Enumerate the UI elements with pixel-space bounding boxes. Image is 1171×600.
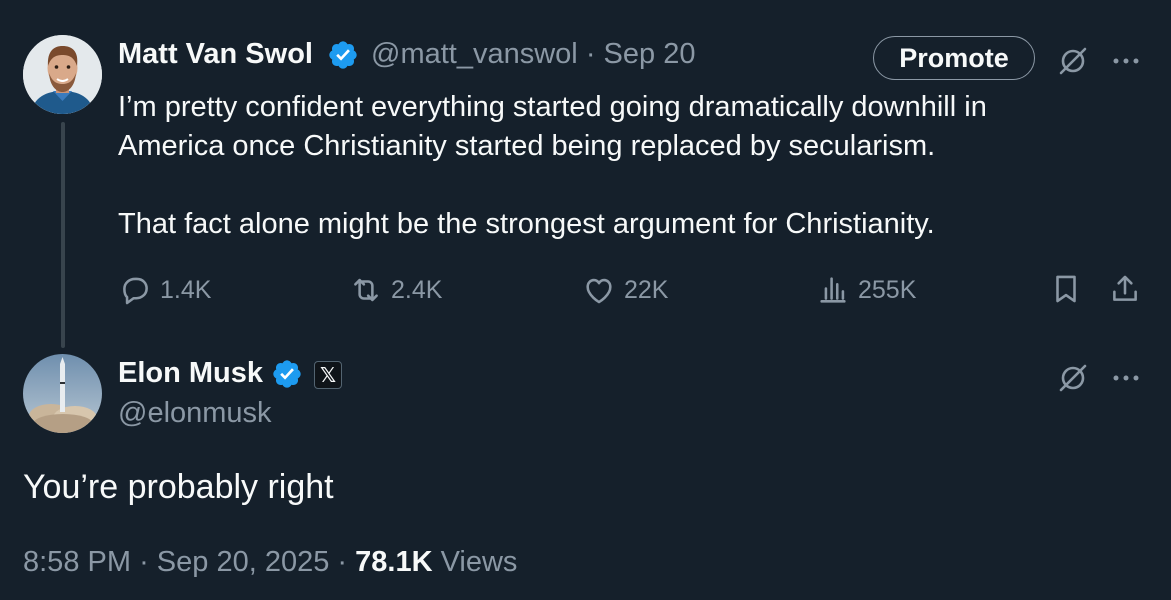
views-icon: [820, 277, 846, 303]
author-handle-line: @matt_vanswol · Sep 20: [371, 38, 695, 71]
avatar-matt-van-swol[interactable]: [23, 35, 102, 114]
verified-badge-icon: [327, 39, 359, 76]
grok-icon[interactable]: [1056, 361, 1090, 400]
views-label: Views: [440, 546, 518, 578]
more-icon[interactable]: [1109, 361, 1143, 400]
grok-icon[interactable]: [1056, 44, 1090, 83]
x-affiliation-badge[interactable]: 𝕏: [314, 361, 342, 389]
avatar-image: [23, 35, 102, 114]
author-name[interactable]: Elon Musk: [118, 357, 263, 390]
reply-icon: [123, 277, 148, 305]
avatar-image: [23, 354, 102, 433]
separator-dot: ·: [337, 546, 348, 578]
reply-button[interactable]: 1.4K: [118, 272, 211, 308]
reply-text: You’re probably right: [23, 468, 334, 506]
author-handle[interactable]: @elonmusk: [118, 397, 272, 430]
heart-icon: [586, 278, 612, 304]
author-name[interactable]: Matt Van Swol: [118, 38, 313, 71]
promote-button[interactable]: Promote: [873, 36, 1035, 80]
tweet-paragraph: That fact alone might be the strongest a…: [118, 208, 935, 240]
tweet-time[interactable]: 8:58 PM: [23, 546, 131, 578]
verified-badge-icon: [271, 358, 303, 395]
tweet-paragraph: I’m pretty confident everything started …: [118, 91, 987, 162]
repost-icon: [354, 278, 378, 302]
views-total[interactable]: 78.1K: [355, 546, 432, 578]
repost-button[interactable]: 2.4K: [349, 272, 442, 308]
avatar-elon-musk[interactable]: [23, 354, 102, 433]
separator-dot: ·: [139, 546, 149, 578]
author-handle[interactable]: @matt_vanswol: [371, 38, 578, 70]
views-count: 255K: [858, 275, 917, 304]
like-button[interactable]: 22K: [582, 272, 668, 308]
thread-connector-line: [61, 122, 65, 348]
share-icon[interactable]: [1108, 272, 1142, 311]
like-count: 22K: [624, 275, 669, 304]
reply-count: 1.4K: [160, 275, 212, 304]
tweet-meta-line: 8:58 PM · Sep 20, 2025 · 78.1K Views: [23, 546, 517, 579]
bookmark-icon[interactable]: [1049, 272, 1083, 311]
tweet-full-date[interactable]: Sep 20, 2025: [157, 546, 330, 578]
tweet-text: I’m pretty confident everything started …: [118, 88, 1078, 244]
views-button[interactable]: 255K: [816, 272, 916, 308]
repost-count: 2.4K: [391, 275, 443, 304]
separator-dot: ·: [585, 38, 596, 70]
more-icon[interactable]: [1109, 44, 1143, 83]
tweet-date[interactable]: Sep 20: [604, 38, 696, 70]
